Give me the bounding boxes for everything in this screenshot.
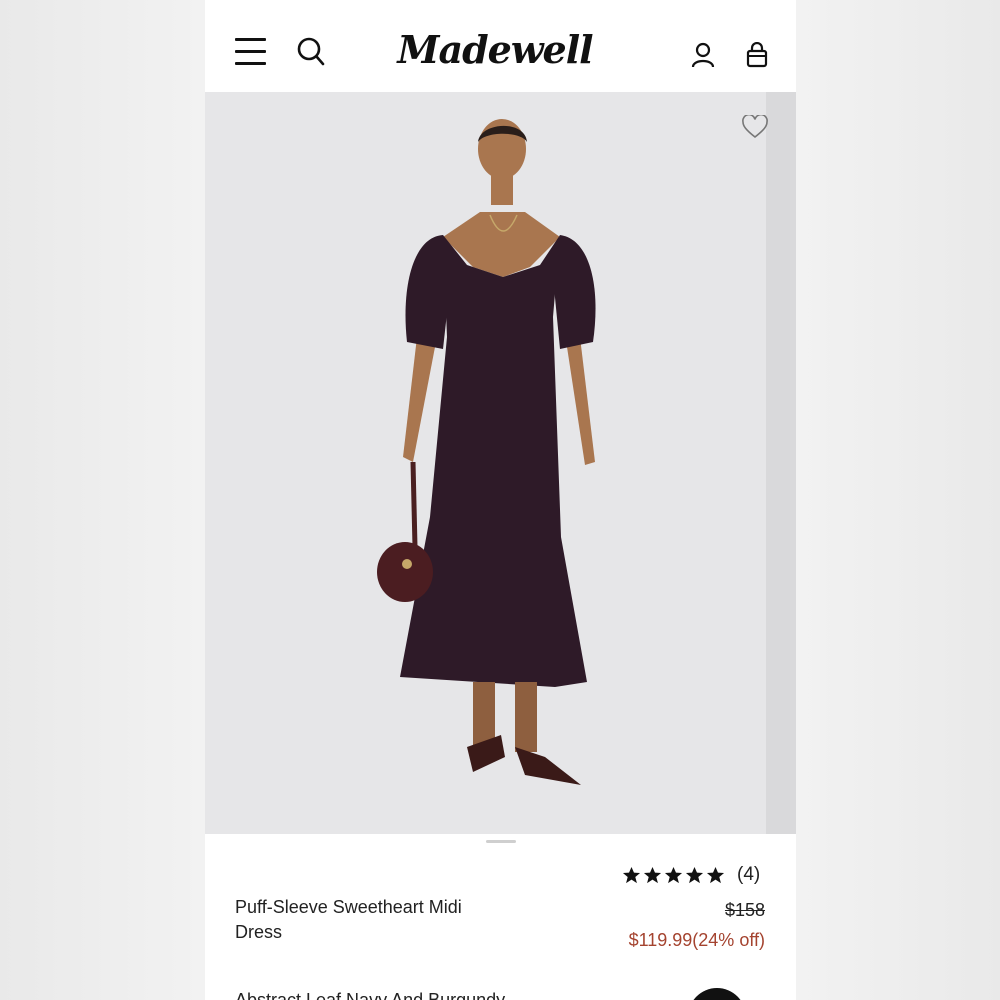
menu-icon[interactable]: [235, 38, 266, 66]
model-photo: [377, 119, 596, 785]
background-right: [796, 0, 1000, 1000]
background-left: [0, 0, 205, 1000]
next-image-peek[interactable]: [766, 92, 796, 834]
brand-logo[interactable]: Madewell: [395, 24, 595, 76]
sheet-drag-handle[interactable]: [486, 840, 516, 843]
star-icon: [643, 866, 662, 883]
star-icon: [622, 866, 641, 883]
color-name: Abstract Leaf Navy And Burgundy: [235, 990, 506, 1000]
mobile-screen: Madewell (4) Puff-Sleeve Sweetheart Midi…: [205, 0, 796, 1000]
search-icon[interactable]: [297, 37, 325, 67]
chat-button[interactable]: [688, 988, 746, 1000]
bag-icon[interactable]: [746, 42, 768, 68]
star-icon: [664, 866, 683, 883]
star-icon: [685, 866, 704, 883]
heart-icon[interactable]: [742, 115, 768, 139]
product-rating[interactable]: (4): [622, 864, 760, 886]
sale-price: $119.99(24% off): [628, 930, 765, 950]
product-title: Puff-Sleeve Sweetheart Midi Dress: [235, 897, 462, 942]
star-rating: [622, 866, 725, 885]
product-image[interactable]: [205, 92, 796, 834]
site-header: Madewell: [205, 0, 796, 92]
original-price: $158: [724, 900, 765, 920]
account-icon[interactable]: [691, 42, 715, 68]
star-icon: [706, 866, 725, 883]
review-count[interactable]: (4): [737, 864, 760, 886]
